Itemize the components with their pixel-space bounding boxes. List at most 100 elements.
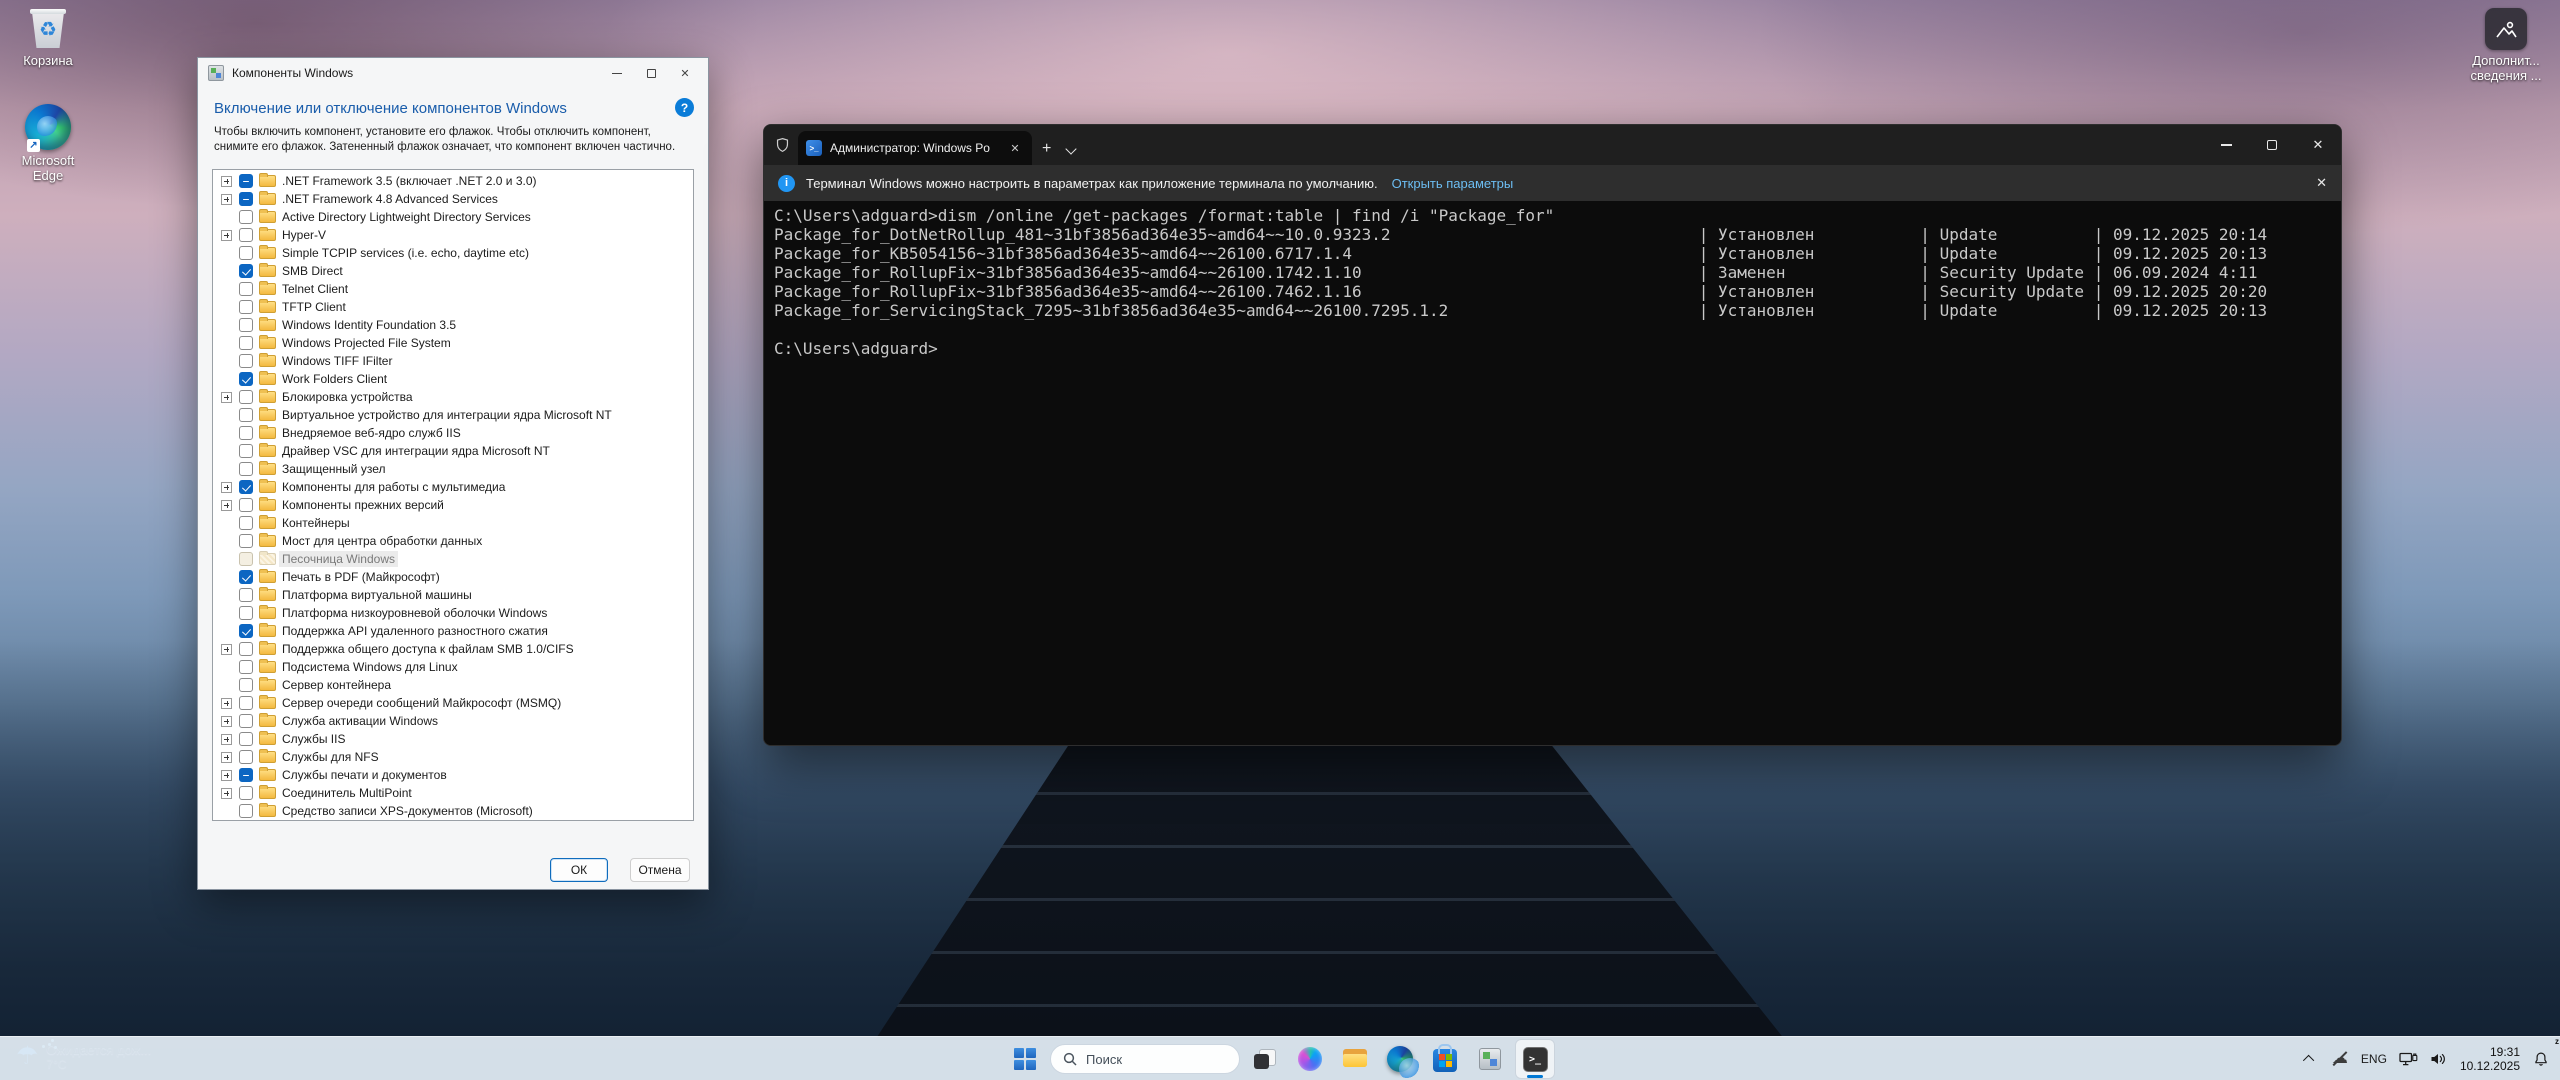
desktop-icon-spotlight[interactable]: Дополнит... сведения ... — [2458, 8, 2554, 83]
taskbar-search[interactable]: Поиск — [1050, 1044, 1240, 1074]
cancel-button[interactable]: Отмена — [630, 858, 690, 882]
feature-checkbox[interactable] — [239, 408, 253, 422]
feature-checkbox[interactable] — [239, 264, 253, 278]
feature-item[interactable]: Мост для центра обработки данных — [215, 532, 693, 550]
feature-item[interactable]: .NET Framework 3.5 (включает .NET 2.0 и … — [215, 172, 693, 190]
feature-item[interactable]: .NET Framework 4.8 Advanced Services — [215, 190, 693, 208]
copilot-button[interactable] — [1290, 1039, 1330, 1079]
feature-item[interactable]: Подсистема Windows для Linux — [215, 658, 693, 676]
feature-checkbox[interactable] — [239, 678, 253, 692]
expand-toggle-icon[interactable] — [221, 392, 232, 403]
feature-checkbox[interactable] — [239, 750, 253, 764]
feature-checkbox[interactable] — [239, 282, 253, 296]
expand-toggle-icon[interactable] — [221, 644, 232, 655]
feature-checkbox[interactable] — [239, 174, 253, 188]
store-button[interactable] — [1425, 1039, 1465, 1079]
feature-item[interactable]: Windows TIFF IFilter — [215, 352, 693, 370]
onedrive-tray-icon[interactable]: ☁ — [2327, 1041, 2353, 1077]
maximize-button[interactable] — [634, 60, 668, 86]
feature-checkbox[interactable] — [239, 372, 253, 386]
windows-features-taskbar-button[interactable] — [1470, 1039, 1510, 1079]
maximize-button[interactable] — [2249, 125, 2295, 165]
feature-checkbox[interactable] — [239, 390, 253, 404]
feature-item[interactable]: Виртуальное устройство для интеграции яд… — [215, 406, 693, 424]
close-button[interactable]: ✕ — [2295, 125, 2341, 165]
dialog-titlebar[interactable]: Компоненты Windows ✕ — [198, 58, 708, 88]
expand-toggle-icon[interactable] — [221, 194, 232, 205]
infobar-close-icon[interactable]: ✕ — [2316, 175, 2327, 191]
feature-item[interactable]: Поддержка API удаленного разностного сжа… — [215, 622, 693, 640]
feature-item[interactable]: Печать в PDF (Майкрософт) — [215, 568, 693, 586]
feature-item[interactable]: Hyper-V — [215, 226, 693, 244]
feature-item[interactable]: Компоненты прежних версий — [215, 496, 693, 514]
expand-toggle-icon[interactable] — [221, 752, 232, 763]
expand-toggle-icon[interactable] — [221, 698, 232, 709]
feature-item[interactable]: Соединитель MultiPoint — [215, 784, 693, 802]
feature-checkbox[interactable] — [239, 768, 253, 782]
expand-toggle-icon[interactable] — [221, 482, 232, 493]
close-button[interactable]: ✕ — [668, 60, 702, 86]
feature-checkbox[interactable] — [239, 444, 253, 458]
expand-toggle-icon[interactable] — [221, 734, 232, 745]
feature-checkbox[interactable] — [239, 480, 253, 494]
feature-item[interactable]: Active Directory Lightweight Directory S… — [215, 208, 693, 226]
feature-item[interactable]: Сервер контейнера — [215, 676, 693, 694]
minimize-button[interactable] — [2203, 125, 2249, 165]
notification-bell-button[interactable]: z — [2528, 1041, 2554, 1077]
ok-button[interactable]: ОК — [550, 858, 608, 882]
feature-checkbox[interactable] — [239, 714, 253, 728]
feature-item[interactable]: Песочница Windows — [215, 550, 693, 568]
feature-checkbox[interactable] — [239, 804, 253, 818]
feature-checkbox[interactable] — [239, 336, 253, 350]
feature-checkbox[interactable] — [239, 624, 253, 638]
chevron-down-icon[interactable] — [1066, 143, 1077, 154]
feature-checkbox[interactable] — [239, 462, 253, 476]
terminal-titlebar[interactable]: >_ Администратор: Windows Po ✕ + ✕ — [764, 125, 2341, 165]
desktop-icon-recycle-bin[interactable]: ♻ Корзина — [8, 8, 88, 68]
feature-checkbox[interactable] — [239, 300, 253, 314]
network-tray-icon[interactable] — [2395, 1041, 2422, 1077]
feature-item[interactable]: Блокировка устройства — [215, 388, 693, 406]
feature-checkbox[interactable] — [239, 732, 253, 746]
feature-item[interactable]: Контейнеры — [215, 514, 693, 532]
expand-toggle-icon[interactable] — [221, 770, 232, 781]
feature-item[interactable]: Платформа виртуальной машины — [215, 586, 693, 604]
expand-toggle-icon[interactable] — [221, 788, 232, 799]
feature-item[interactable]: Windows Identity Foundation 3.5 — [215, 316, 693, 334]
feature-checkbox[interactable] — [239, 606, 253, 620]
expand-toggle-icon[interactable] — [221, 716, 232, 727]
tab-close-icon[interactable]: ✕ — [1006, 139, 1024, 157]
feature-item[interactable]: Work Folders Client — [215, 370, 693, 388]
terminal-tab[interactable]: >_ Администратор: Windows Po ✕ — [798, 131, 1032, 165]
feature-item[interactable]: Защищенный узел — [215, 460, 693, 478]
feature-item[interactable]: Службы IIS — [215, 730, 693, 748]
feature-item[interactable]: Simple TCPIP services (i.e. echo, daytim… — [215, 244, 693, 262]
feature-checkbox[interactable] — [239, 516, 253, 530]
feature-item[interactable]: Windows Projected File System — [215, 334, 693, 352]
desktop-icon-edge[interactable]: ↗ Microsoft Edge — [8, 104, 88, 183]
feature-checkbox[interactable] — [239, 246, 253, 260]
feature-checkbox[interactable] — [239, 696, 253, 710]
feature-item[interactable]: Средство записи XPS-документов (Microsof… — [215, 802, 693, 820]
expand-toggle-icon[interactable] — [221, 500, 232, 511]
feature-item[interactable]: Платформа низкоуровневой оболочки Window… — [215, 604, 693, 622]
tray-overflow-button[interactable] — [2297, 1041, 2323, 1077]
file-explorer-button[interactable] — [1335, 1039, 1375, 1079]
feature-item[interactable]: Службы печати и документов — [215, 766, 693, 784]
feature-item[interactable]: Поддержка общего доступа к файлам SMB 1.… — [215, 640, 693, 658]
start-button[interactable] — [1005, 1039, 1045, 1079]
task-view-button[interactable] — [1245, 1039, 1285, 1079]
feature-checkbox[interactable] — [239, 354, 253, 368]
new-tab-button[interactable]: + — [1042, 141, 1051, 157]
feature-checkbox[interactable] — [239, 228, 253, 242]
minimize-button[interactable] — [600, 60, 634, 86]
feature-checkbox[interactable] — [239, 498, 253, 512]
feature-checkbox[interactable] — [239, 642, 253, 656]
edge-button[interactable] — [1380, 1039, 1420, 1079]
expand-toggle-icon[interactable] — [221, 230, 232, 241]
feature-item[interactable]: Службы для NFS — [215, 748, 693, 766]
expand-toggle-icon[interactable] — [221, 176, 232, 187]
volume-tray-icon[interactable] — [2426, 1041, 2452, 1077]
feature-item[interactable]: Сервер очереди сообщений Майкрософт (MSM… — [215, 694, 693, 712]
language-indicator[interactable]: ENG — [2357, 1041, 2391, 1077]
